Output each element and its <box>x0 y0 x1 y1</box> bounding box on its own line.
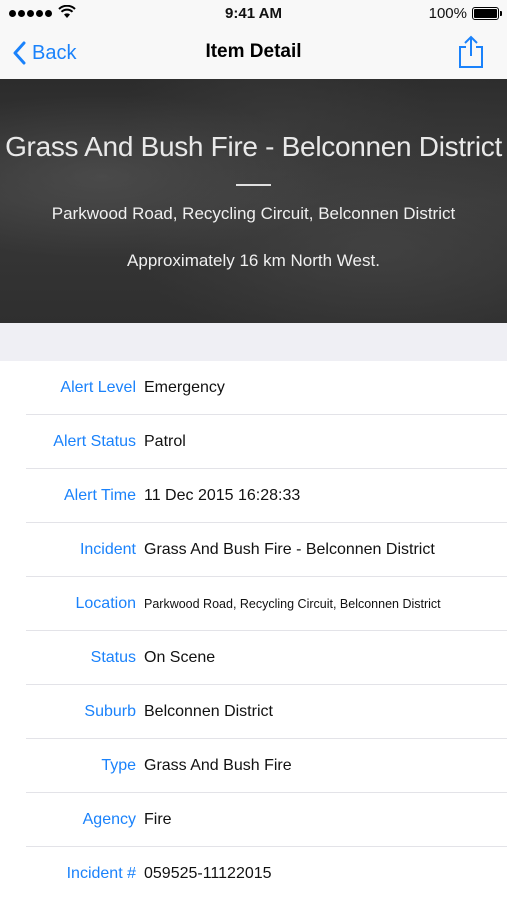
incident-location: Parkwood Road, Recycling Circuit, Belcon… <box>51 204 456 223</box>
detail-value: 059525-11122015 <box>144 865 272 882</box>
page-title: Item Detail <box>205 41 302 62</box>
detail-label: Incident <box>79 541 136 558</box>
detail-value: Grass And Bush Fire <box>144 757 292 774</box>
battery-icon <box>472 7 502 20</box>
detail-value: 11 Dec 2015 16:28:33 <box>144 487 301 504</box>
detail-label: Alert Time <box>63 487 136 504</box>
detail-label: Type <box>101 757 136 774</box>
detail-row-incident: Incident Grass And Bush Fire - Belconnen… <box>0 523 507 577</box>
detail-value: Fire <box>144 811 172 828</box>
detail-row-alert-status: Alert Status Patrol <box>0 415 507 469</box>
detail-row-suburb: Suburb Belconnen District <box>0 685 507 739</box>
detail-label: Status <box>90 649 136 666</box>
detail-label: Location <box>75 595 137 612</box>
battery-percent: 100% <box>428 5 467 22</box>
incident-title: Grass And Bush Fire - Belconnen District <box>5 131 502 162</box>
detail-value: Emergency <box>144 379 225 396</box>
detail-value: Parkwood Road, Recycling Circuit, Belcon… <box>144 597 441 611</box>
detail-row-incident-number: Incident # 059525-11122015 <box>0 847 507 900</box>
section-gap <box>0 323 507 361</box>
detail-label: Agency <box>82 811 136 828</box>
detail-value: Patrol <box>144 433 186 450</box>
detail-row-status: Status On Scene <box>0 631 507 685</box>
incident-distance: Approximately 16 km North West. <box>127 251 380 270</box>
detail-label: Incident # <box>66 865 136 882</box>
detail-value: Belconnen District <box>144 703 273 720</box>
detail-row-type: Type Grass And Bush Fire <box>0 739 507 793</box>
detail-list: Alert Level Emergency Alert Status Patro… <box>0 361 507 900</box>
detail-label: Alert Status <box>53 433 136 450</box>
hero-divider <box>236 184 271 186</box>
detail-value: Grass And Bush Fire - Belconnen District <box>144 541 435 558</box>
detail-row-agency: Agency Fire <box>0 793 507 847</box>
share-icon[interactable] <box>457 35 485 69</box>
detail-row-alert-level: Alert Level Emergency <box>0 361 507 415</box>
detail-row-location: Location Parkwood Road, Recycling Circui… <box>0 577 507 631</box>
navigation-bar: Back Item Detail <box>0 28 507 79</box>
detail-label: Alert Level <box>60 379 136 396</box>
detail-row-alert-time: Alert Time 11 Dec 2015 16:28:33 <box>0 469 507 523</box>
detail-value: On Scene <box>144 649 216 666</box>
status-bar: 9:41 AM 100% <box>0 0 507 28</box>
hero-banner: Grass And Bush Fire - Belconnen District… <box>0 79 507 323</box>
detail-label: Suburb <box>84 703 136 720</box>
